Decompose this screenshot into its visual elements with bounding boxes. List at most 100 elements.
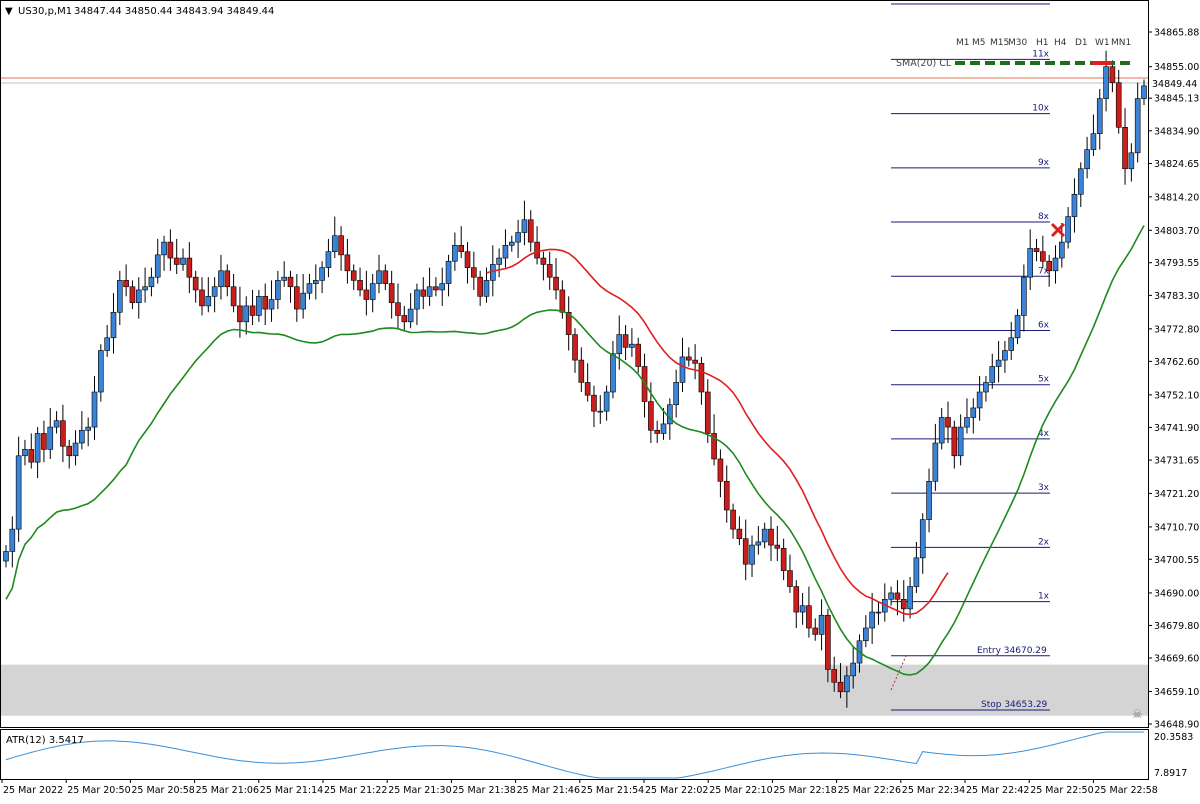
candle-body[interactable]: [654, 429, 660, 434]
candle-body[interactable]: [1071, 193, 1078, 217]
candle-body[interactable]: [774, 544, 781, 549]
candle-body[interactable]: [1141, 85, 1147, 99]
candle-body[interactable]: [685, 356, 692, 361]
candle-body[interactable]: [496, 257, 502, 265]
candle-body[interactable]: [597, 410, 604, 413]
candle-body[interactable]: [433, 286, 439, 291]
candle-body[interactable]: [603, 391, 610, 412]
candle-body[interactable]: [98, 350, 104, 393]
candle-body[interactable]: [673, 382, 679, 406]
candle-body[interactable]: [91, 391, 98, 428]
candle-body[interactable]: [3, 551, 9, 562]
candle-body[interactable]: [610, 353, 616, 393]
atr-pane[interactable]: [0, 729, 1149, 780]
candle-body[interactable]: [698, 362, 705, 393]
candle-body[interactable]: [1084, 149, 1090, 170]
candle-body[interactable]: [142, 286, 148, 291]
candle-body[interactable]: [793, 586, 800, 613]
candle-body[interactable]: [1046, 260, 1052, 272]
candle-body[interactable]: [1027, 248, 1033, 278]
candle-body[interactable]: [439, 283, 446, 291]
candle-body[interactable]: [445, 260, 452, 284]
candle-body[interactable]: [755, 541, 762, 546]
candle-body[interactable]: [357, 280, 363, 291]
candle-body[interactable]: [964, 417, 970, 428]
candle-body[interactable]: [951, 426, 958, 457]
candle-body[interactable]: [1128, 152, 1135, 170]
candle-body[interactable]: [85, 426, 91, 431]
candle-body[interactable]: [1122, 126, 1128, 170]
candle-body[interactable]: [294, 286, 300, 310]
candle-body[interactable]: [1021, 276, 1027, 316]
candle-body[interactable]: [464, 251, 471, 268]
candle-body[interactable]: [799, 605, 806, 613]
candle-body[interactable]: [938, 417, 945, 444]
candle-body[interactable]: [407, 308, 414, 323]
candle-body[interactable]: [243, 305, 250, 323]
candle-body[interactable]: [426, 286, 433, 297]
candle-body[interactable]: [635, 343, 642, 367]
candle-body[interactable]: [837, 681, 844, 693]
candle-body[interactable]: [736, 528, 743, 540]
candle-body[interactable]: [15, 455, 22, 530]
candle-body[interactable]: [787, 570, 793, 587]
candle-body[interactable]: [22, 449, 28, 457]
candle-body[interactable]: [945, 417, 951, 428]
candle-body[interactable]: [723, 480, 730, 511]
candle-body[interactable]: [692, 359, 698, 364]
candle-body[interactable]: [41, 433, 47, 450]
candle-body[interactable]: [527, 219, 534, 243]
candle-body[interactable]: [926, 480, 932, 520]
candle-body[interactable]: [230, 286, 237, 307]
candle-body[interactable]: [863, 627, 869, 642]
candle-body[interactable]: [66, 445, 73, 457]
candle-body[interactable]: [382, 270, 389, 284]
candle-body[interactable]: [420, 289, 427, 297]
candle-body[interactable]: [591, 394, 597, 412]
candle-body[interactable]: [660, 423, 667, 434]
candle-body[interactable]: [553, 276, 559, 291]
candle-body[interactable]: [1077, 168, 1084, 195]
candle-body[interactable]: [275, 280, 281, 300]
candle-body[interactable]: [780, 547, 787, 571]
candle-body[interactable]: [79, 429, 85, 444]
candle-body[interactable]: [648, 401, 654, 431]
candle-body[interactable]: [1090, 133, 1097, 150]
candle-body[interactable]: [521, 219, 528, 233]
candle-body[interactable]: [350, 270, 357, 281]
candle-body[interactable]: [515, 232, 521, 243]
candle-body[interactable]: [844, 675, 850, 693]
candle-body[interactable]: [1059, 241, 1065, 259]
candle-body[interactable]: [983, 382, 989, 393]
timeframe-button-m30[interactable]: M30: [1008, 38, 1027, 48]
candle-body[interactable]: [47, 426, 54, 450]
candle-body[interactable]: [1052, 257, 1059, 272]
candle-body[interactable]: [388, 283, 395, 304]
candle-body[interactable]: [306, 283, 313, 294]
candle-body[interactable]: [679, 356, 686, 383]
candle-body[interactable]: [129, 286, 136, 304]
candle-body[interactable]: [331, 235, 338, 252]
candle-body[interactable]: [761, 528, 768, 543]
candle-body[interactable]: [812, 627, 819, 635]
candle-body[interactable]: [717, 458, 724, 482]
candle-body[interactable]: [249, 305, 256, 316]
candle-body[interactable]: [704, 391, 711, 434]
trading-chart[interactable]: Entry 34670.29 Stop 34653.29 1x 2x 3x 4x 5x 6x 7…: [0, 0, 1200, 800]
candle-body[interactable]: [578, 359, 585, 383]
timeframe-button-m15[interactable]: M15: [990, 38, 1009, 48]
candle-body[interactable]: [1109, 66, 1116, 83]
candle-body[interactable]: [281, 276, 287, 281]
collapse-icon[interactable]: ▼: [5, 6, 13, 17]
timeframe-button-mn1[interactable]: MN1: [1111, 38, 1131, 48]
timeframe-button-w1[interactable]: W1: [1095, 38, 1110, 48]
candle-body[interactable]: [287, 276, 294, 288]
timeframe-button-d1[interactable]: D1: [1075, 38, 1088, 48]
candle-body[interactable]: [262, 296, 269, 310]
candle-body[interactable]: [452, 244, 458, 262]
candle-body[interactable]: [319, 267, 325, 281]
candle-body[interactable]: [1134, 98, 1141, 154]
candle-body[interactable]: [256, 296, 262, 316]
candle-body[interactable]: [1014, 315, 1021, 339]
candle-body[interactable]: [907, 586, 913, 610]
